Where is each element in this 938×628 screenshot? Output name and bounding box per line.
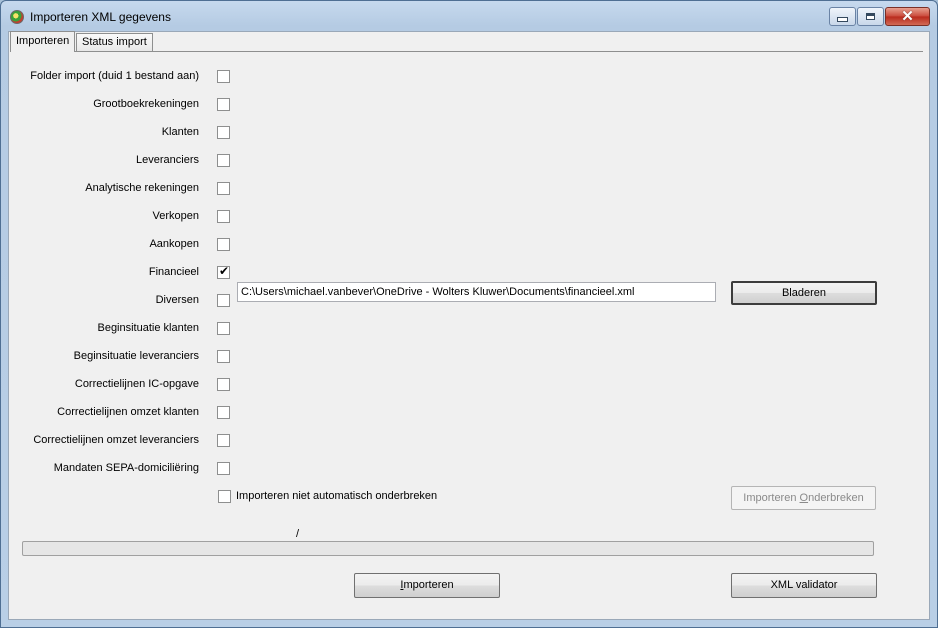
import-progress-bar bbox=[22, 541, 874, 556]
import-option-checkbox[interactable] bbox=[217, 322, 230, 335]
import-option-label: Grootboekrekeningen bbox=[93, 98, 199, 110]
browse-button[interactable]: Bladeren bbox=[731, 281, 877, 305]
no-auto-stop-checkbox[interactable] bbox=[218, 490, 231, 503]
import-option-label: Klanten bbox=[161, 126, 199, 138]
progress-counter: / bbox=[296, 528, 300, 540]
stop-import-label-mnemonic: O bbox=[799, 492, 809, 504]
import-option-label: Mandaten SEPA-domiciliëring bbox=[53, 462, 199, 474]
import-xml-window: Importeren XML gegevens ✕ Importeren Sta… bbox=[0, 0, 938, 628]
import-option-label: Correctielijnen omzet leveranciers bbox=[33, 434, 199, 446]
close-icon: ✕ bbox=[901, 8, 914, 25]
title-bar[interactable]: Importeren XML gegevens ✕ bbox=[1, 1, 937, 31]
minimize-button[interactable] bbox=[829, 7, 856, 26]
import-option-checkbox[interactable] bbox=[217, 126, 230, 139]
financieel-path-input[interactable] bbox=[237, 282, 716, 302]
import-option-label: Diversen bbox=[155, 294, 199, 306]
stop-import-button: Importeren Onderbreken bbox=[731, 486, 876, 510]
minimize-icon bbox=[837, 17, 848, 22]
stop-import-label-post: nderbreken bbox=[808, 492, 864, 504]
import-option-label: Aankopen bbox=[149, 238, 199, 250]
tab-status-import[interactable]: Status import bbox=[76, 33, 153, 51]
xml-validator-button[interactable]: XML validator bbox=[731, 573, 877, 598]
dialog-client-area: Importeren Status import Folder import (… bbox=[8, 31, 930, 620]
import-option-checkbox[interactable] bbox=[217, 70, 230, 83]
import-option-checkbox[interactable] bbox=[217, 434, 230, 447]
import-option-label: Beginsituatie klanten bbox=[97, 322, 199, 334]
import-button[interactable]: Importeren bbox=[354, 573, 500, 598]
import-option-checkbox[interactable] bbox=[217, 154, 230, 167]
import-option-label: Analytische rekeningen bbox=[85, 182, 199, 194]
import-label-post: mporteren bbox=[403, 579, 454, 591]
import-option-label: Correctielijnen IC-opgave bbox=[74, 378, 199, 390]
import-option-label: Financieel bbox=[148, 266, 199, 278]
maximize-icon bbox=[866, 13, 875, 20]
import-option-checkbox[interactable] bbox=[217, 406, 230, 419]
import-option-label: Leveranciers bbox=[136, 154, 199, 166]
window-title: Importeren XML gegevens bbox=[30, 10, 171, 24]
import-option-checkbox[interactable] bbox=[217, 378, 230, 391]
import-option-checkbox[interactable] bbox=[217, 294, 230, 307]
import-option-checkbox[interactable] bbox=[217, 182, 230, 195]
import-option-checkbox[interactable] bbox=[217, 210, 230, 223]
import-option-checkbox[interactable] bbox=[217, 350, 230, 363]
import-option-checkbox[interactable] bbox=[217, 264, 230, 279]
importeren-tab-panel: Folder import (duid 1 bestand aan) Grootb… bbox=[10, 51, 923, 619]
import-option-label: Verkopen bbox=[152, 210, 199, 222]
import-option-label: Folder import (duid 1 bestand aan) bbox=[30, 70, 199, 82]
import-option-checkbox[interactable] bbox=[217, 238, 230, 251]
close-button[interactable]: ✕ bbox=[885, 7, 930, 26]
tab-importeren[interactable]: Importeren bbox=[10, 31, 76, 52]
import-option-checkbox[interactable] bbox=[217, 462, 230, 475]
maximize-button[interactable] bbox=[857, 7, 884, 26]
import-option-label: Beginsituatie leveranciers bbox=[73, 350, 199, 362]
no-auto-stop-label: Importeren niet automatisch onderbreken bbox=[236, 490, 438, 502]
stop-import-label-pre: Importeren bbox=[743, 492, 800, 504]
import-option-label: Correctielijnen omzet klanten bbox=[57, 406, 199, 418]
app-globe-icon bbox=[10, 10, 24, 24]
import-option-checkbox[interactable] bbox=[217, 98, 230, 111]
